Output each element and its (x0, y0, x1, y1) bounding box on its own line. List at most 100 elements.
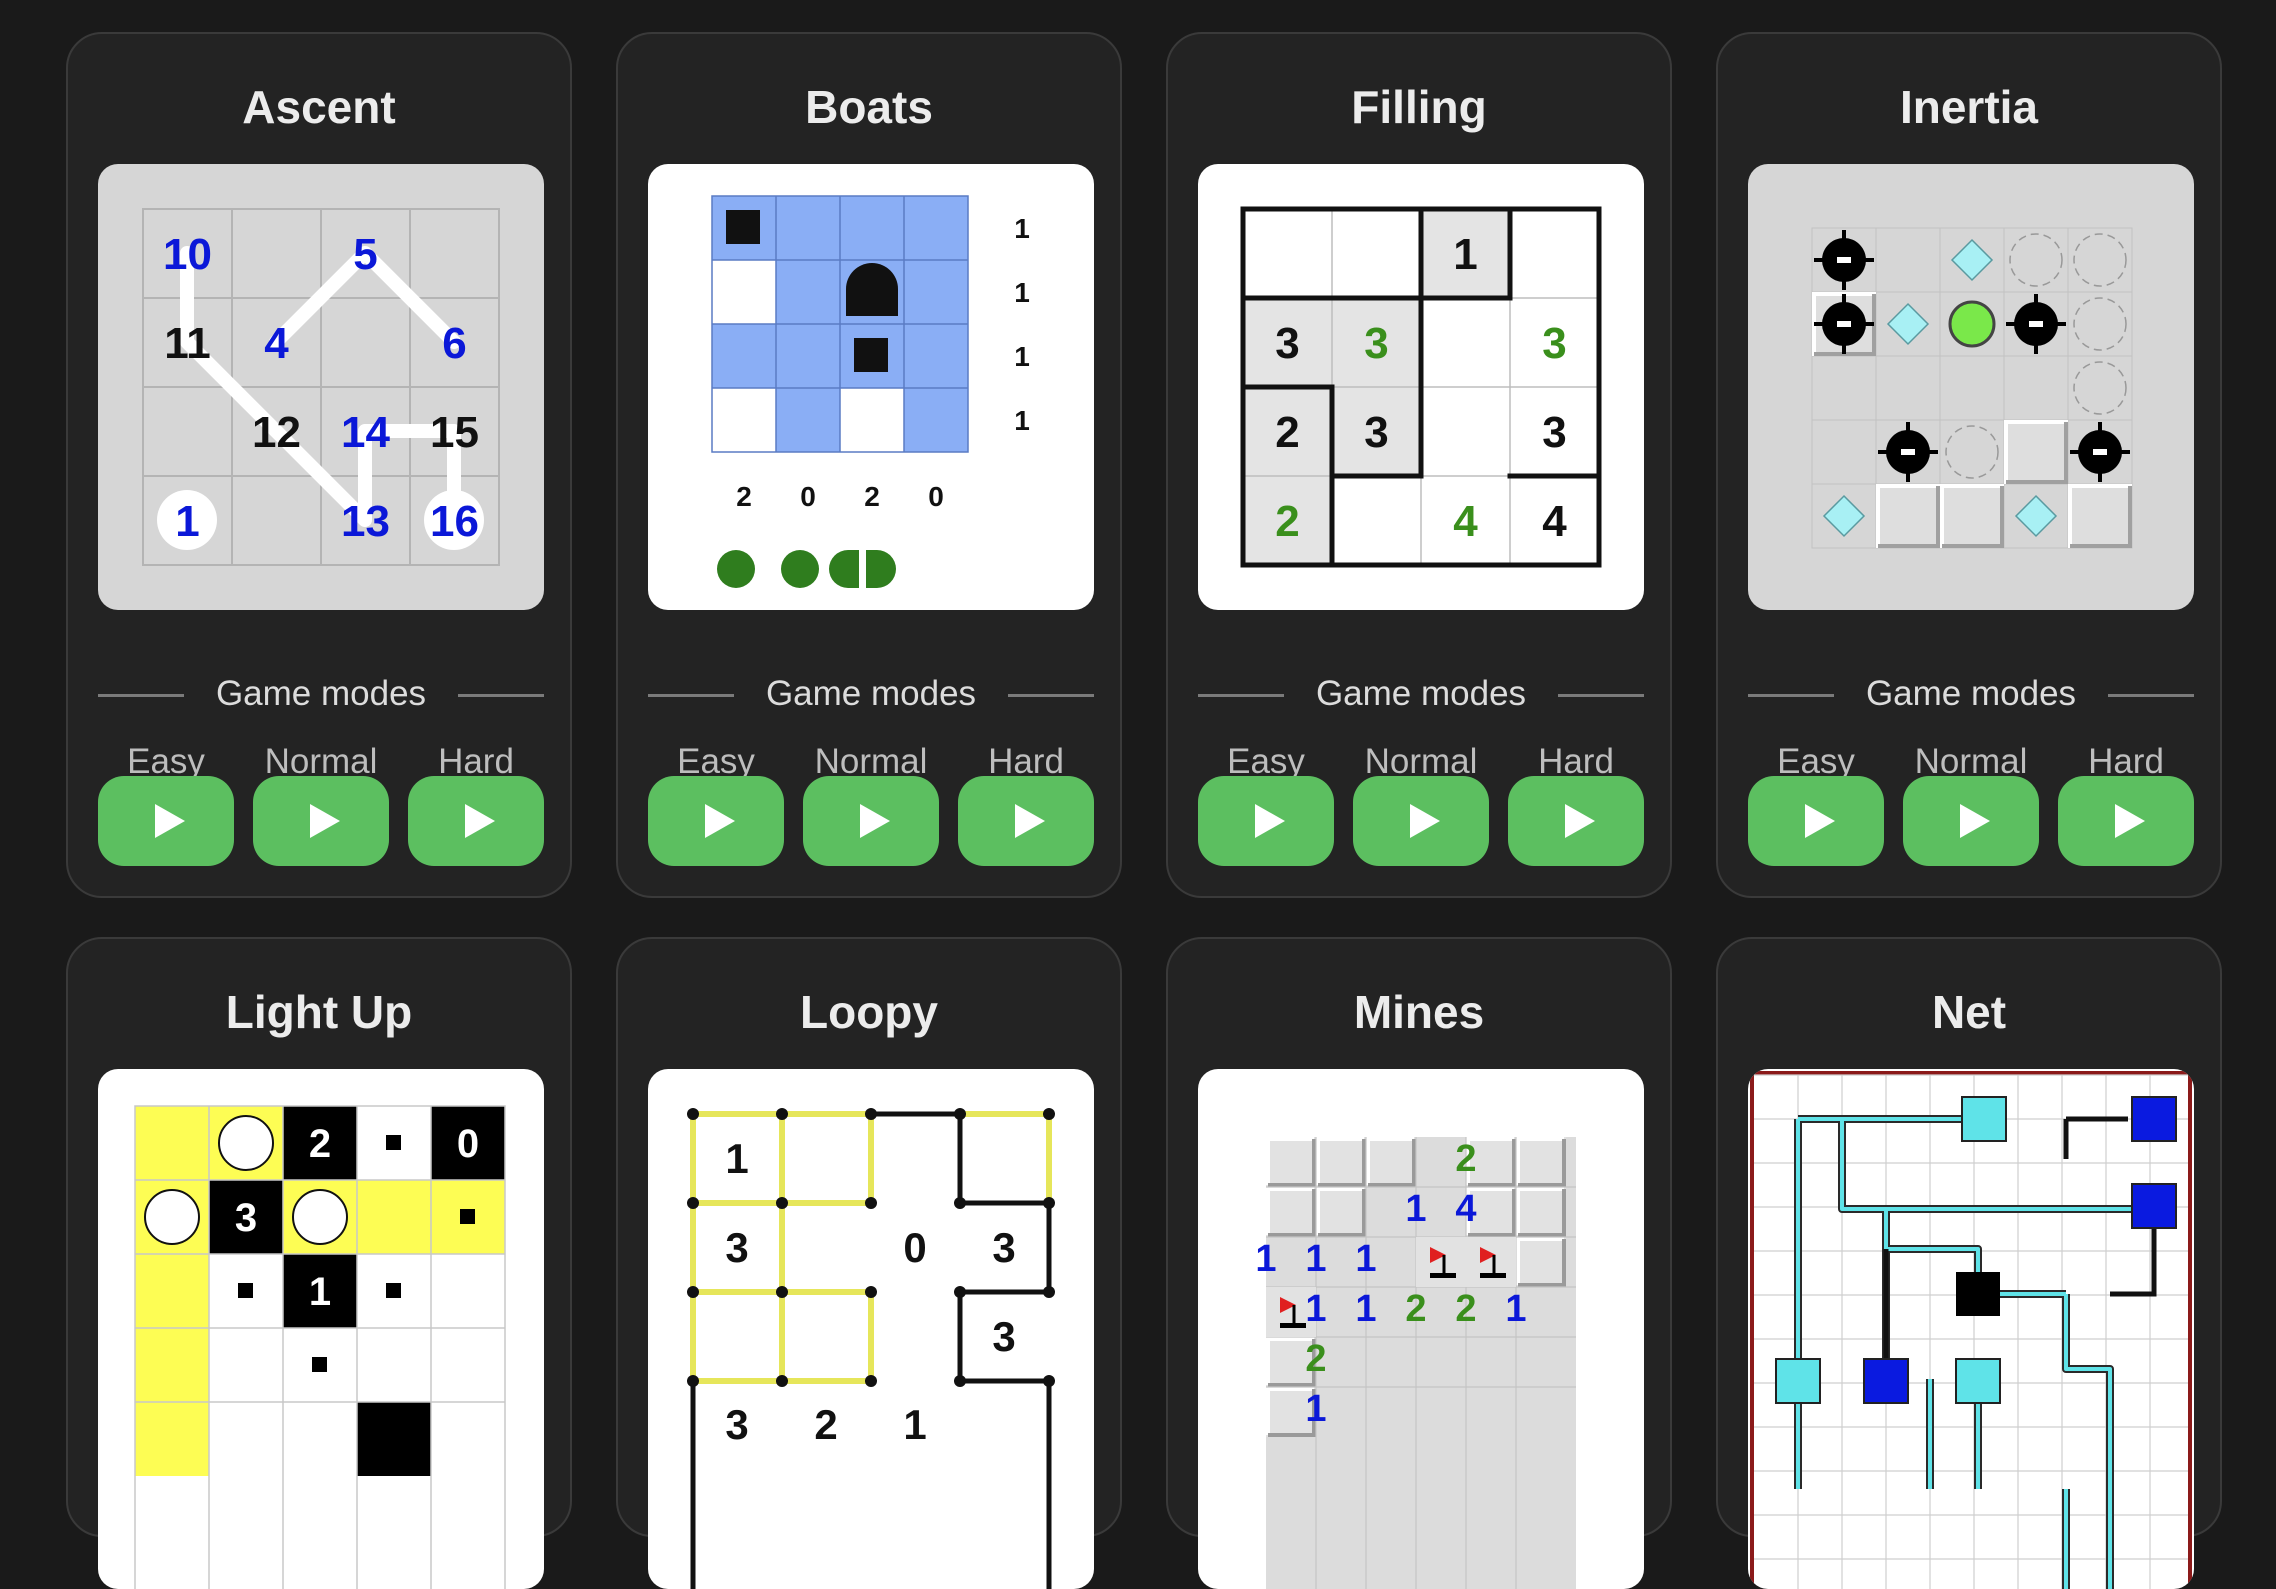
ascent-cell-number: 5 (353, 230, 377, 279)
mine-icon (2006, 294, 2066, 354)
play-normal-button[interactable] (803, 776, 939, 866)
ascent-cell-number: 4 (264, 319, 289, 368)
filling-cell-number: 1 (1453, 230, 1477, 279)
mines-preview[interactable]: 2141111122121 (1198, 1069, 1644, 1589)
ascent-cell-number: 15 (430, 408, 479, 457)
covered-cell[interactable] (1266, 1187, 1316, 1237)
ascent-cell-number: 1 (175, 497, 199, 546)
play-normal-button[interactable] (253, 776, 389, 866)
play-hard-button[interactable] (1508, 776, 1644, 866)
mines-cell-number: 2 (1305, 1338, 1326, 1380)
play-hard-button[interactable] (2058, 776, 2194, 866)
filling-cell-number: 4 (1453, 497, 1478, 546)
play-normal-button[interactable] (1903, 776, 2039, 866)
inertia-board (1811, 227, 2133, 549)
filling-cell-number: 3 (1542, 408, 1566, 457)
covered-cell[interactable] (1516, 1237, 1566, 1287)
lightup-clue-number: 2 (309, 1122, 331, 1166)
mines-cell-number: 1 (1405, 1188, 1426, 1230)
flag-icon (1416, 1237, 1466, 1287)
play-icon (1565, 804, 1595, 838)
ascent-cell-number: 12 (252, 408, 301, 457)
play-icon (465, 804, 495, 838)
covered-cell[interactable] (1516, 1187, 1566, 1237)
game-card-boats: Boats 11112020 Game modes Easy Normal Ha… (616, 32, 1122, 898)
play-icon (1805, 804, 1835, 838)
filling-preview[interactable]: 1 3 3 3 2 3 3 2 4 4 (1198, 164, 1644, 610)
loopy-clue-number: 3 (992, 1224, 1015, 1271)
loopy-clue-number: 3 (725, 1224, 748, 1271)
play-easy-button[interactable] (98, 776, 234, 866)
covered-cell[interactable] (1516, 1137, 1566, 1187)
boats-col-clue: 0 (800, 481, 816, 512)
loopy-clue-number: 2 (814, 1401, 837, 1448)
mines-cell-number: 2 (1405, 1288, 1426, 1330)
filling-cell-number: 3 (1364, 408, 1388, 457)
game-card-filling: Filling 1333233244 Game modes Easy Norma… (1166, 32, 1672, 898)
filling-cell-number: 3 (1275, 319, 1299, 368)
ascent-cell-number: 13 (341, 497, 390, 546)
boats-preview[interactable]: 1 1 1 1 2 0 2 0 (648, 164, 1094, 610)
ascent-cell-number: 11 (164, 319, 211, 368)
play-easy-button[interactable] (648, 776, 784, 866)
play-icon (2115, 804, 2145, 838)
game-title: Boats (805, 81, 933, 133)
filling-cell-number: 2 (1275, 408, 1299, 457)
boats-row-clue: 1 (1014, 213, 1030, 244)
loopy-clue-number: 0 (903, 1224, 926, 1271)
loopy-clue-number: 3 (725, 1401, 748, 1448)
lightup-clue-number: 0 (457, 1122, 479, 1166)
lightup-clue-number: 1 (309, 1270, 331, 1314)
boats-board: 1 1 1 1 2 0 2 0 (711, 195, 1030, 588)
play-easy-button[interactable] (1748, 776, 1884, 866)
game-card-net: Net (1716, 937, 2222, 1589)
wall-block (1876, 484, 1940, 548)
play-icon (705, 804, 735, 838)
net-preview[interactable] (1748, 1069, 2194, 1589)
boats-row-clue: 1 (1014, 341, 1030, 372)
loopy-clue-number: 3 (992, 1313, 1015, 1360)
flag-icon (1466, 1237, 1516, 1287)
net-board (1750, 1071, 2192, 1589)
play-icon (1015, 804, 1045, 838)
game-modes-divider: Game modes (1198, 674, 1644, 714)
covered-cell[interactable] (1316, 1137, 1366, 1187)
game-card-loopy: Loopy 1 3 0 3 3 3 2 1 (616, 937, 1122, 1589)
ascent-board: 10 5 11 4 6 12 14 15 1 13 16 (142, 208, 500, 566)
play-icon (155, 804, 185, 838)
game-card-ascent: Ascent 10 5 11 4 6 12 14 15 1 13 16 Game modes Eas… (66, 32, 572, 898)
play-hard-button[interactable] (958, 776, 1094, 866)
play-icon (1255, 804, 1285, 838)
ascent-cell-number: 16 (430, 497, 479, 546)
play-icon (1410, 804, 1440, 838)
covered-cell[interactable] (1266, 1137, 1316, 1187)
ascent-preview[interactable]: 10 5 11 4 6 12 14 15 1 13 16 (98, 164, 544, 610)
wall-block (2068, 484, 2132, 548)
game-title: Light Up (225, 986, 413, 1038)
mines-cell-number: 1 (1355, 1238, 1376, 1280)
game-title: Inertia (1899, 81, 2039, 133)
filling-cell-number: 4 (1542, 497, 1567, 546)
mine-icon (2070, 422, 2130, 482)
boats-col-clue: 2 (864, 481, 880, 512)
filling-cell-number: 2 (1275, 497, 1299, 546)
lightup-preview[interactable]: 2031 (98, 1069, 544, 1589)
mines-cell-number: 4 (1455, 1188, 1476, 1230)
game-title: Net (1931, 986, 2007, 1038)
loopy-preview[interactable]: 1 3 0 3 3 3 2 1 (648, 1069, 1094, 1589)
game-modes-divider: Game modes (1748, 674, 2194, 714)
ascent-cell-number: 10 (163, 230, 212, 279)
boats-col-clue: 0 (928, 481, 944, 512)
play-easy-button[interactable] (1198, 776, 1334, 866)
covered-cell[interactable] (1316, 1187, 1366, 1237)
mines-cell-number: 1 (1305, 1288, 1326, 1330)
ascent-cell-number: 6 (442, 319, 466, 368)
boats-row-clue: 1 (1014, 277, 1030, 308)
inertia-preview[interactable] (1748, 164, 2194, 610)
mines-board: 21 41 1 11 1 2 2 121 (1255, 1137, 1576, 1589)
play-normal-button[interactable] (1353, 776, 1489, 866)
covered-cell[interactable] (1366, 1137, 1416, 1187)
game-modes-divider: Game modes (98, 674, 544, 714)
ascent-cell-number: 14 (341, 408, 390, 457)
play-hard-button[interactable] (408, 776, 544, 866)
